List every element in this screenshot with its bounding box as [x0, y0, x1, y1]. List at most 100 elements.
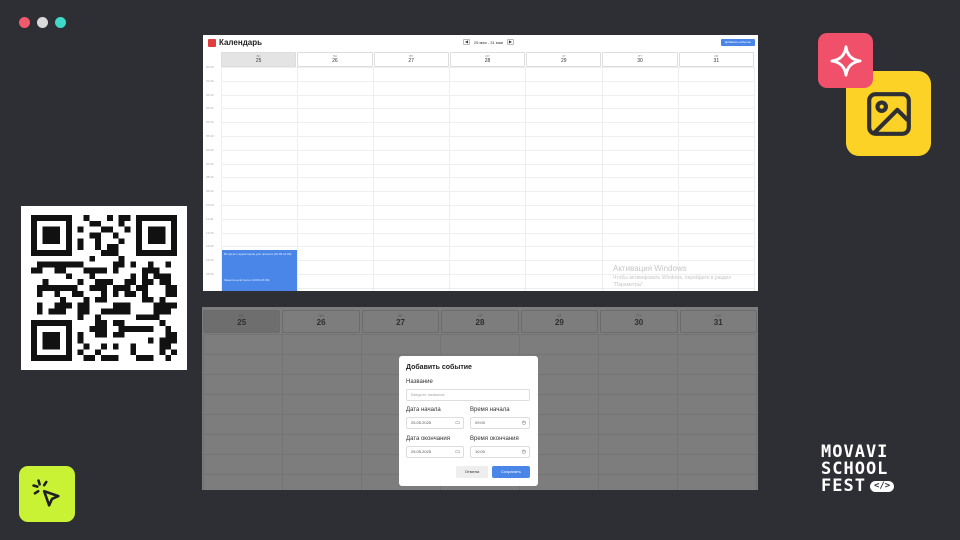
name-label: Название: [406, 379, 433, 385]
day-number: 28: [484, 58, 491, 64]
cancel-button[interactable]: Отмена: [456, 466, 488, 478]
end-date-input[interactable]: 25.05.2025 ▭: [406, 446, 464, 458]
grid-day-line: [677, 334, 678, 490]
grid-hour-line: [203, 354, 757, 355]
start-date-value: 25.05.2025: [411, 420, 432, 425]
logo-line-3-row: FEST </>: [821, 478, 895, 495]
movavi-school-fest-logo: MOVAVI SCHOOL FEST </>: [821, 444, 895, 495]
start-date-input[interactable]: 25.05.2025 ▭: [406, 417, 464, 429]
grid-hour-line: [221, 246, 754, 248]
start-time-input[interactable]: 09:00 ◷: [470, 417, 530, 429]
time-label: 01:00: [206, 78, 214, 83]
time-label: 14:00: [206, 258, 214, 263]
day-header: ВТ 27: [361, 310, 440, 333]
day-header[interactable]: СР 28: [449, 52, 526, 67]
grid-day-line: [361, 334, 362, 490]
clock-icon[interactable]: ◷: [522, 447, 526, 457]
grid-hour-line: [221, 122, 754, 124]
start-time-value: 09:00: [475, 420, 486, 425]
clock-icon[interactable]: ◷: [522, 418, 526, 428]
prev-week-button[interactable]: ◀: [463, 39, 470, 45]
grid-hour-line: [203, 334, 757, 335]
calendar-icon[interactable]: ▭: [455, 418, 460, 428]
calendar-icon[interactable]: ▭: [455, 447, 460, 457]
window-controls: [19, 17, 66, 28]
day-number: 28: [475, 318, 485, 327]
day-number: 26: [316, 318, 326, 327]
qr-code: [21, 206, 187, 370]
start-date-label: Дата начала: [406, 407, 441, 413]
calendar-title: Календарь: [219, 38, 263, 47]
dialog-title: Добавить событие: [406, 364, 472, 371]
grid-day-line: [282, 334, 283, 490]
window-dot-gray: [37, 17, 48, 28]
day-number: 30: [634, 318, 644, 327]
day-number: 26: [332, 58, 338, 64]
grid-hour-line: [221, 149, 754, 151]
grid-hour-line: [221, 94, 754, 96]
day-number: 29: [554, 318, 564, 327]
grid-day-line: [449, 67, 451, 291]
time-label: 03:00: [206, 106, 214, 111]
calendar-event[interactable]: Встреча с директором для проекта (10:00-…: [222, 250, 297, 291]
time-label: 04:00: [206, 120, 214, 125]
day-number: 25: [237, 318, 247, 327]
day-header[interactable]: ПН 26: [297, 52, 373, 67]
grid-day-line: [677, 67, 679, 291]
grid-hour-line: [221, 136, 754, 137]
day-number: 25: [255, 58, 262, 64]
qr-code-image: [31, 215, 177, 361]
day-header: СБ 31: [679, 310, 757, 333]
sparkle-tile: [818, 33, 873, 88]
window-dot-teal: [55, 17, 66, 28]
grid-day-line: [598, 334, 599, 490]
day-header: ПН 26: [282, 310, 360, 333]
grid-hour-line: [221, 205, 754, 206]
grid-day-line: [525, 67, 527, 291]
day-number: 29: [560, 58, 567, 64]
grid-hour-line: [221, 177, 754, 179]
code-icon: </>: [869, 481, 895, 492]
day-header[interactable]: СБ 31: [678, 52, 754, 67]
time-label: 11:00: [206, 216, 214, 221]
day-number: 27: [408, 58, 414, 64]
windows-activation-watermark: Активация Windows Чтобы активировать Win…: [613, 264, 758, 289]
time-label: 09:00: [206, 189, 214, 194]
day-header[interactable]: ПТ 30: [602, 52, 678, 67]
day-number: 30: [637, 58, 643, 64]
image-icon: [866, 91, 911, 136]
event-title: Встреча с директором для проекта (10:00-…: [224, 252, 292, 256]
end-date-value: 25.05.2025: [411, 449, 432, 454]
grid-hour-line: [221, 108, 754, 110]
name-input[interactable]: Введите название: [406, 389, 530, 401]
time-label: 08:00: [206, 175, 214, 180]
grid-day-line: [203, 334, 204, 490]
watermark-title: Активация Windows: [613, 264, 687, 273]
day-header: ВС 25: [203, 310, 281, 333]
end-date-label: Дата окончания: [406, 436, 451, 442]
grid-day-line: [297, 67, 299, 291]
calendar-logo-icon: [208, 39, 216, 47]
time-grid[interactable]: [221, 67, 755, 291]
end-time-input[interactable]: 10:00 ◷: [470, 446, 530, 458]
day-header: ПТ 30: [600, 310, 678, 333]
day-number: 31: [713, 58, 720, 64]
grid-hour-line: [221, 191, 754, 193]
time-label: 00:00: [206, 65, 214, 69]
calendar-week-view: Календарь ◀ 25 мая - 31 мая ▶ Добавить с…: [203, 35, 758, 291]
day-header[interactable]: ВТ 27: [373, 52, 449, 67]
day-header[interactable]: ВС 25: [221, 52, 297, 67]
cursor-click-icon: [32, 479, 60, 507]
day-header: ЧТ 29: [520, 310, 599, 333]
grid-hour-line: [221, 260, 754, 262]
next-week-button[interactable]: ▶: [506, 39, 514, 45]
time-label: 02:00: [206, 92, 214, 97]
grid-day-line: [753, 67, 755, 291]
day-header[interactable]: ЧТ 29: [526, 52, 602, 67]
add-event-button[interactable]: Добавить событие: [721, 39, 755, 46]
time-label: 13:00: [206, 244, 214, 249]
save-button[interactable]: Сохранить: [492, 466, 530, 478]
grid-hour-line: [221, 67, 754, 68]
grid-hour-line: [221, 232, 754, 234]
time-label: 15:00: [206, 272, 214, 276]
